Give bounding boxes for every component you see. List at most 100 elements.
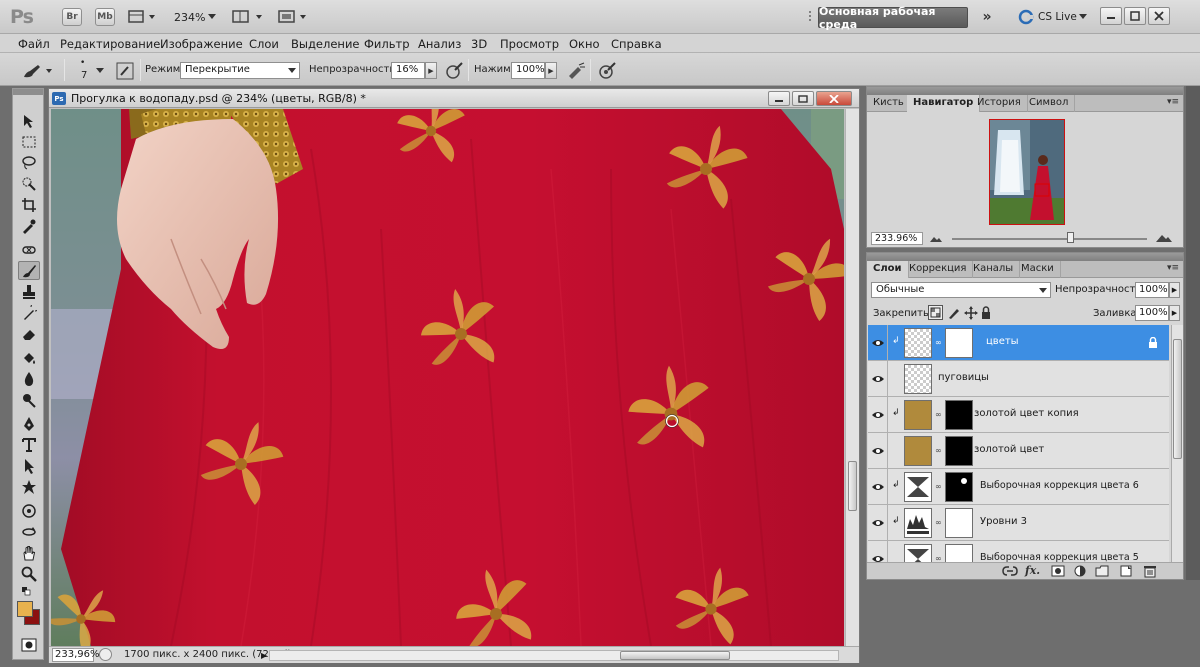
- quick-mask-button[interactable]: [18, 635, 40, 654]
- layer-visibility-toggle[interactable]: [868, 325, 888, 361]
- layer-fill-input[interactable]: 100%: [1135, 305, 1169, 321]
- minibridge-button[interactable]: Mb: [95, 8, 115, 26]
- new-group-button[interactable]: [1095, 565, 1109, 578]
- layer-thumbnail[interactable]: [904, 436, 932, 466]
- menu-analysis[interactable]: Анализ: [418, 37, 461, 51]
- panel-menu-button[interactable]: ▾≡: [1167, 97, 1179, 107]
- arrange-documents-button[interactable]: [232, 9, 266, 25]
- blend-mode-select[interactable]: Перекрытие: [180, 62, 300, 79]
- layer-mask-thumbnail[interactable]: [945, 400, 973, 430]
- path-selection-tool[interactable]: [18, 456, 40, 475]
- layer-visibility-toggle[interactable]: [868, 505, 888, 541]
- lock-position-button[interactable]: [964, 306, 978, 320]
- extras-menu-button[interactable]: [128, 9, 158, 25]
- layer-mask-thumbnail[interactable]: [945, 472, 973, 502]
- layer-mask-thumbnail[interactable]: [945, 328, 973, 358]
- layer-fill-slider-button[interactable]: ▶: [1169, 305, 1180, 321]
- lock-transparency-button[interactable]: [928, 305, 943, 320]
- layer-row[interactable]: ∞ Выборочная коррекция цвета 5: [868, 541, 1169, 562]
- zoom-in-button[interactable]: [1155, 233, 1173, 244]
- custom-shape-tool[interactable]: [18, 477, 40, 496]
- menu-help[interactable]: Справка: [611, 37, 662, 51]
- layer-opacity-input[interactable]: 100%: [1135, 282, 1169, 298]
- layer-visibility-toggle[interactable]: [868, 361, 888, 397]
- brush-size-value[interactable]: 7: [81, 70, 87, 81]
- airbrush-toggle[interactable]: [566, 62, 586, 80]
- tool-preset-picker[interactable]: [20, 62, 54, 80]
- status-info-button[interactable]: [99, 648, 112, 661]
- crop-tool[interactable]: [18, 195, 40, 214]
- doc-close-button[interactable]: [816, 91, 852, 106]
- pressure-size-toggle[interactable]: [598, 62, 616, 80]
- navigator-zoom-field[interactable]: 233.96%: [871, 232, 923, 245]
- 3d-rotate-tool[interactable]: [18, 501, 40, 520]
- layer-row[interactable]: ↲ ∞ золотой цвет копия: [868, 397, 1169, 433]
- tab-adjustments[interactable]: Коррекция: [903, 261, 974, 278]
- restore-button[interactable]: [1124, 7, 1146, 25]
- layer-thumbnail[interactable]: [904, 364, 932, 394]
- flow-input[interactable]: 100%: [511, 62, 545, 79]
- panel-header-bar[interactable]: [867, 253, 1183, 261]
- layer-row[interactable]: ↲ ∞ Уровни 3: [868, 505, 1169, 541]
- tab-character[interactable]: Символ: [1023, 95, 1076, 112]
- menu-file[interactable]: Файл: [18, 37, 50, 51]
- foreground-color-swatch[interactable]: [17, 601, 33, 617]
- menu-window[interactable]: Окно: [569, 37, 600, 51]
- status-zoom-field[interactable]: 233,96%: [52, 648, 100, 662]
- layer-row[interactable]: ↲ ∞ цветы: [868, 325, 1169, 361]
- menu-view[interactable]: Просмотр: [500, 37, 559, 51]
- navigator-preview[interactable]: [989, 119, 1065, 225]
- tab-masks[interactable]: Маски: [1015, 261, 1061, 278]
- quick-selection-tool[interactable]: [18, 174, 40, 193]
- toolbox-grip[interactable]: [13, 89, 43, 95]
- layer-opacity-slider-button[interactable]: ▶: [1169, 282, 1180, 298]
- opacity-slider-button[interactable]: ▶: [425, 62, 437, 79]
- brush-picker-dropdown[interactable]: [96, 67, 104, 75]
- dodge-tool[interactable]: [18, 390, 40, 409]
- brush-panel-toggle[interactable]: [115, 61, 135, 81]
- tab-channels[interactable]: Каналы: [967, 261, 1021, 278]
- scroll-thumb[interactable]: [1173, 339, 1182, 459]
- menu-filter[interactable]: Фильтр: [364, 37, 410, 51]
- lock-all-button[interactable]: [980, 306, 992, 320]
- more-workspaces-button[interactable]: »: [978, 9, 996, 25]
- layer-thumbnail[interactable]: [904, 472, 932, 502]
- screen-mode-button[interactable]: [278, 9, 312, 25]
- blur-tool[interactable]: [18, 369, 40, 388]
- menu-edit[interactable]: Редактирование: [60, 37, 160, 51]
- menu-3d[interactable]: 3D: [471, 37, 487, 51]
- cs-live-dropdown[interactable]: [1078, 13, 1088, 21]
- zoom-level-select[interactable]: 234%: [174, 11, 205, 24]
- zoom-out-button[interactable]: [929, 233, 945, 244]
- tab-brush[interactable]: Кисть: [867, 95, 911, 112]
- history-brush-tool[interactable]: [18, 303, 40, 322]
- layer-name[interactable]: цветы: [986, 336, 1019, 347]
- flow-slider-button[interactable]: ▶: [545, 62, 557, 79]
- doc-minimize-button[interactable]: [768, 91, 790, 106]
- navigator-zoom-slider[interactable]: [952, 238, 1147, 240]
- bridge-button[interactable]: Br: [62, 8, 82, 26]
- layer-thumbnail[interactable]: [904, 328, 932, 358]
- layer-thumbnail[interactable]: [904, 400, 932, 430]
- link-layers-button[interactable]: [1001, 565, 1019, 578]
- layer-effects-button[interactable]: fx.: [1025, 564, 1043, 578]
- close-button[interactable]: [1148, 7, 1170, 25]
- eraser-tool[interactable]: [18, 324, 40, 343]
- zoom-dropdown[interactable]: [207, 11, 217, 21]
- layer-thumbnail[interactable]: [904, 508, 932, 538]
- menu-image[interactable]: Изображение: [160, 37, 243, 51]
- clone-stamp-tool[interactable]: [18, 282, 40, 301]
- panel-header-bar[interactable]: [867, 87, 1183, 95]
- tab-navigator[interactable]: Навигатор: [907, 95, 981, 112]
- layer-name[interactable]: Выборочная коррекция цвета 5: [980, 552, 1139, 562]
- lasso-tool[interactable]: [18, 153, 40, 172]
- workspace-button[interactable]: Основная рабочая среда: [818, 5, 968, 31]
- pressure-opacity-toggle[interactable]: [445, 62, 463, 80]
- scroll-thumb[interactable]: [620, 651, 730, 660]
- layer-row[interactable]: ↲ ∞ Выборочная коррекция цвета 6: [868, 469, 1169, 505]
- minimize-button[interactable]: [1100, 7, 1122, 25]
- zoom-slider-thumb[interactable]: [1067, 232, 1074, 243]
- layer-name[interactable]: золотой цвет: [974, 444, 1044, 455]
- paint-bucket-tool[interactable]: [18, 348, 40, 367]
- default-colors-button[interactable]: [18, 585, 40, 597]
